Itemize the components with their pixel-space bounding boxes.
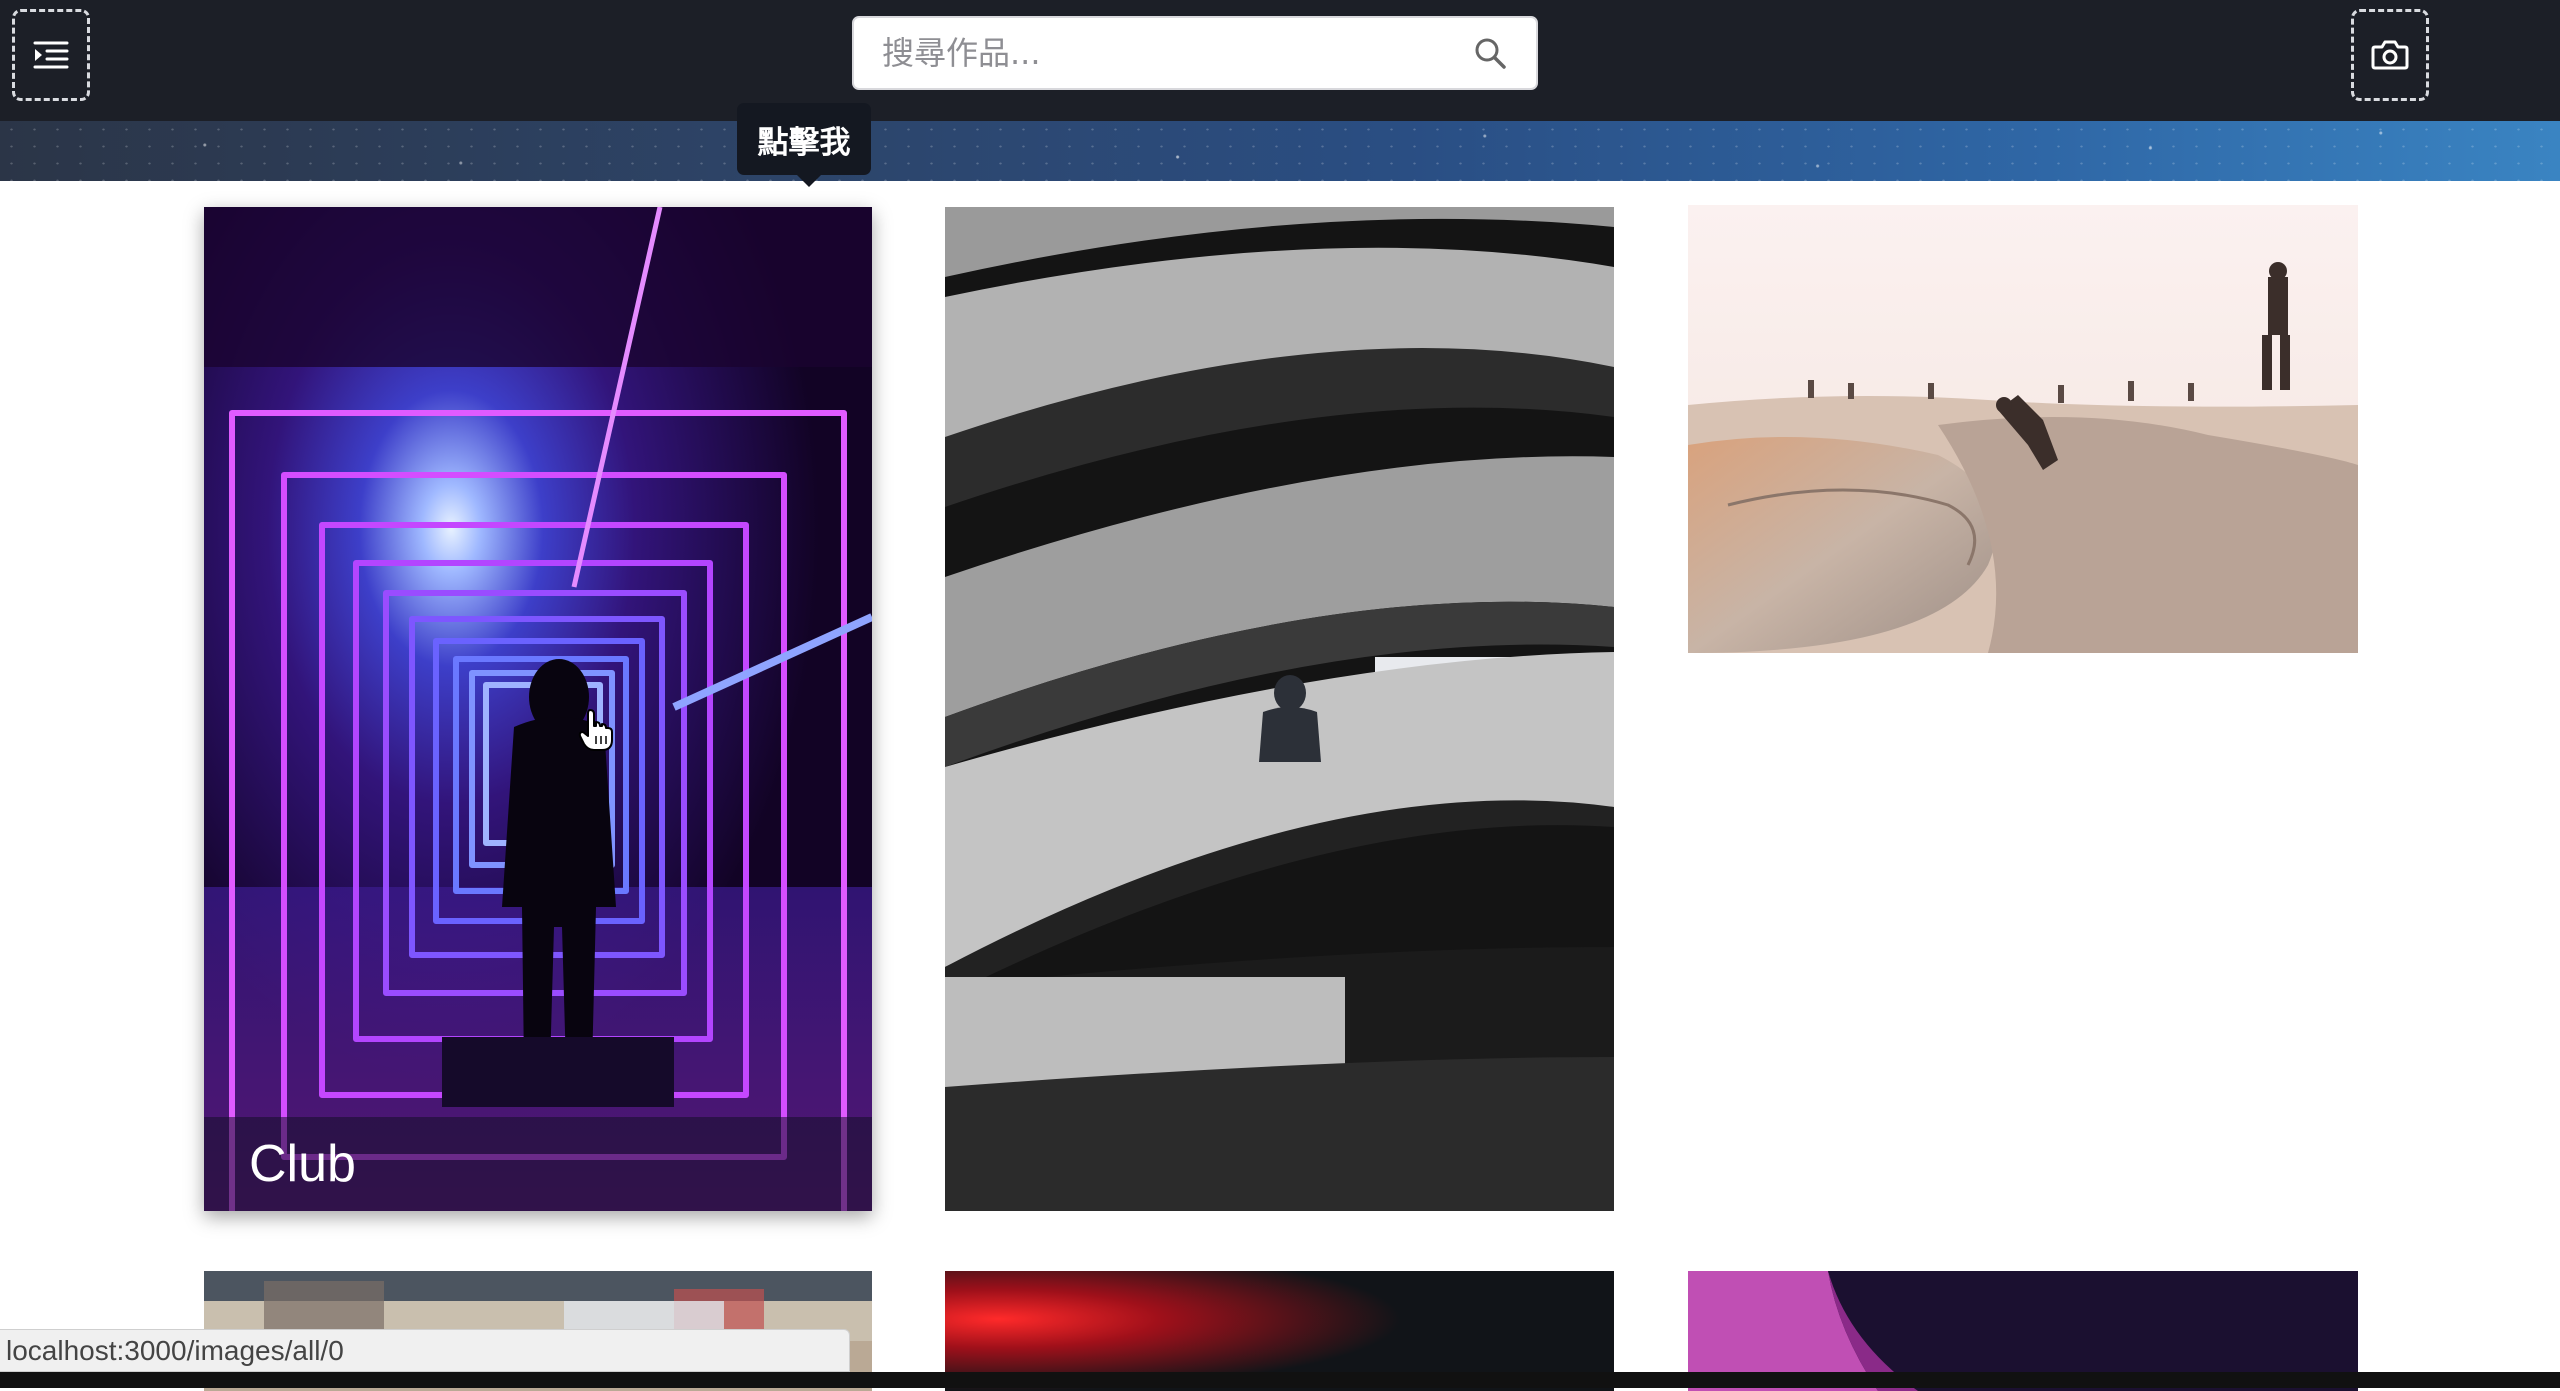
gallery-card-skatepark[interactable] — [1688, 205, 2358, 653]
search-bar — [852, 16, 1538, 90]
top-navbar — [0, 0, 2560, 121]
skatepark-image — [1688, 205, 2358, 653]
status-bar-url: localhost:3000/images/all/0 — [0, 1329, 850, 1372]
card-title: Club — [249, 1135, 356, 1193]
camera-button[interactable] — [2351, 9, 2429, 101]
neon-tunnel-image — [204, 207, 872, 1211]
hand-cursor-icon — [578, 709, 613, 751]
card-caption: Club — [204, 1117, 872, 1211]
gallery-card-spiral[interactable] — [945, 207, 1614, 1211]
gallery-card-club[interactable]: Club — [204, 207, 872, 1211]
camera-icon — [2371, 40, 2409, 70]
menu-button[interactable] — [12, 9, 90, 101]
search-icon[interactable] — [1462, 25, 1518, 81]
starry-banner — [0, 121, 2560, 181]
menu-indent-icon — [33, 41, 69, 69]
tooltip: 點擊我 — [737, 103, 871, 187]
spiral-garage-image — [945, 207, 1614, 1211]
search-input[interactable] — [854, 18, 1462, 88]
window-bottom-edge — [0, 1372, 2560, 1388]
